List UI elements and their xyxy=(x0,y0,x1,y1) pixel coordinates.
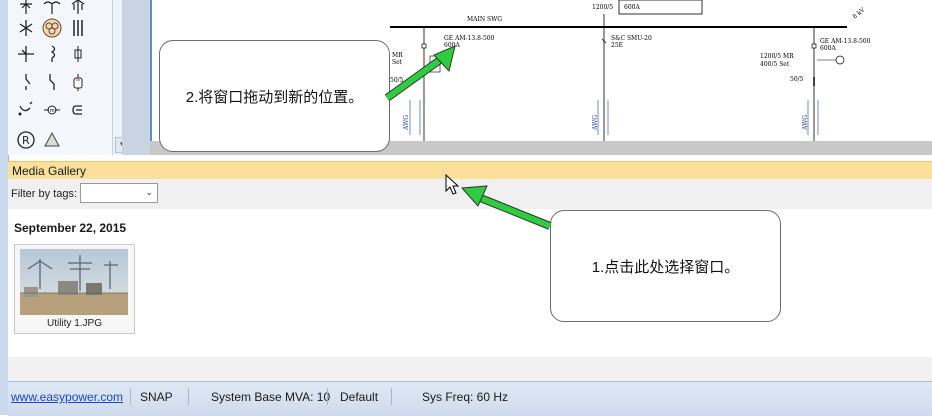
arrow-to-new-position xyxy=(384,45,456,102)
website-link[interactable]: www.easypower.com xyxy=(11,390,123,404)
annotation-arrows xyxy=(384,45,552,230)
mouse-cursor-icon xyxy=(445,174,459,195)
system-base-mva: System Base MVA: 10 xyxy=(211,390,331,404)
status-divider xyxy=(130,388,131,405)
snap-indicator[interactable]: SNAP xyxy=(140,390,173,404)
status-divider xyxy=(188,388,189,405)
system-frequency: Sys Freq: 60 Hz xyxy=(422,390,509,404)
status-divider xyxy=(327,388,328,405)
status-divider xyxy=(391,388,392,405)
mode-indicator: Default xyxy=(340,390,379,404)
status-bar: www.easypower.com SNAP System Base MVA: … xyxy=(8,381,932,416)
arrow-to-title-bar xyxy=(460,185,552,230)
